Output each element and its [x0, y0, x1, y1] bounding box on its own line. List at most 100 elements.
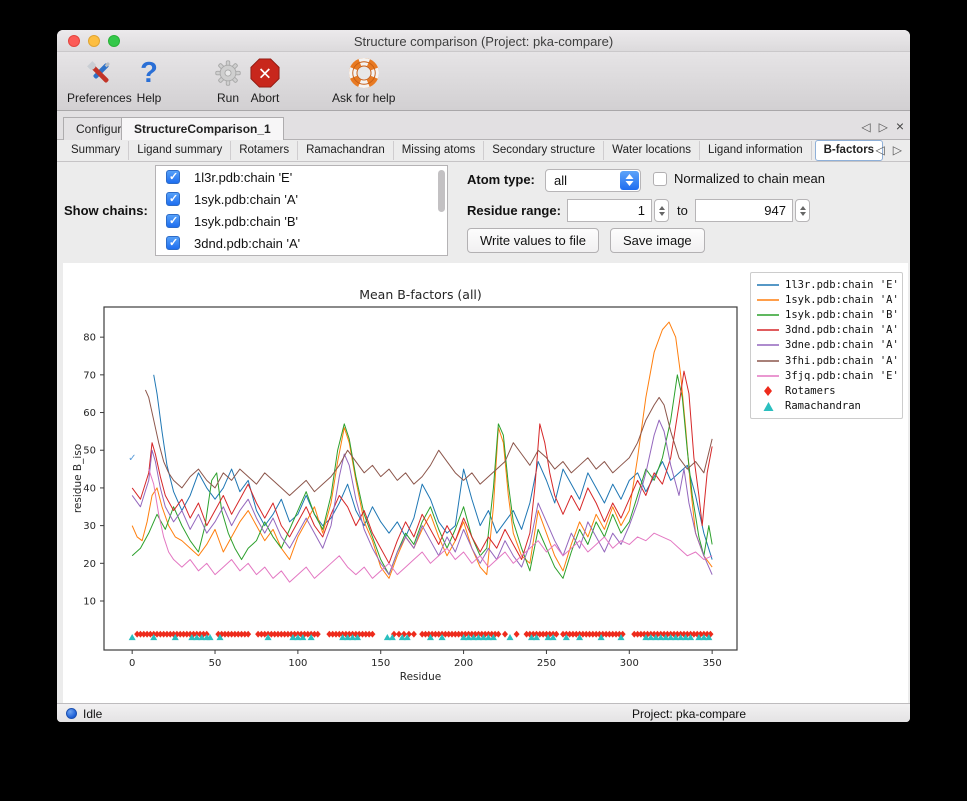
toolbar: Preferences ? Help Run: [57, 52, 910, 111]
legend-line-swatch: [757, 298, 779, 302]
stray-check-marker: ✓: [128, 453, 136, 464]
chart-legend: 1l3r.pdb:chain 'E'1syk.pdb:chain 'A'1syk…: [750, 272, 903, 419]
gear-icon: [212, 57, 244, 89]
y-tick-label: 40: [83, 483, 96, 494]
residue-from-input[interactable]: [567, 199, 652, 222]
normalized-checkbox[interactable]: [653, 172, 667, 186]
legend-line-swatch: [757, 374, 779, 378]
legend-line-swatch: [757, 283, 779, 287]
chart-title: Mean B-factors (all): [359, 287, 482, 302]
atom-type-label: Atom type:: [467, 172, 535, 187]
rotamer-marker: [495, 631, 501, 638]
ask-for-help-button[interactable]: Ask for help: [332, 57, 395, 105]
toolbar-label: Ask for help: [332, 91, 395, 105]
chain-checkbox[interactable]: [166, 236, 180, 250]
abort-button[interactable]: ✕ Abort: [249, 57, 281, 105]
toolbar-label: Help: [137, 91, 162, 105]
legend-label: 3dnd.pdb:chain 'A': [785, 324, 899, 336]
diamond-marker-swatch: [757, 385, 779, 397]
bfactor-controls: Show chains: 1l3r.pdb:chain 'E' 1syk.pdb…: [57, 162, 910, 263]
report-tab-scroll-left-icon[interactable]: ◁: [876, 143, 885, 157]
legend-line-swatch: [757, 313, 779, 317]
y-tick-label: 80: [83, 333, 96, 344]
legend-entry: 3dnd.pdb:chain 'A': [757, 323, 896, 338]
x-tick-label: 0: [129, 658, 135, 669]
residue-to-input[interactable]: [695, 199, 793, 222]
tab-secondary-structure[interactable]: Secondary structure: [484, 141, 604, 160]
residue-range-label: Residue range:: [467, 203, 561, 218]
chart-line-1: [132, 322, 712, 578]
write-values-button[interactable]: Write values to file: [467, 228, 599, 253]
x-axis-label: Residue: [400, 671, 441, 683]
report-tab-scroll-right-icon[interactable]: ▷: [893, 143, 902, 157]
tab-water-locations[interactable]: Water locations: [604, 141, 700, 160]
atom-type-select[interactable]: all: [545, 169, 641, 192]
y-tick-label: 70: [83, 370, 96, 381]
chain-checkbox[interactable]: [166, 192, 180, 206]
x-tick-label: 200: [454, 658, 473, 669]
rotamer-marker: [411, 631, 417, 638]
x-tick-label: 350: [703, 658, 722, 669]
chain-label: 1syk.pdb:chain 'B': [194, 214, 298, 229]
status-text: Idle: [83, 707, 102, 721]
tab-ligand-summary[interactable]: Ligand summary: [129, 141, 231, 160]
chain-list[interactable]: 1l3r.pdb:chain 'E' 1syk.pdb:chain 'A' 1s…: [155, 165, 448, 256]
list-item: 1syk.pdb:chain 'A': [156, 188, 447, 210]
x-tick-label: 150: [371, 658, 390, 669]
normalized-label: Normalized to chain mean: [674, 171, 825, 186]
chain-label: 1syk.pdb:chain 'A': [194, 192, 298, 207]
legend-label: 3dne.pdb:chain 'A': [785, 339, 899, 351]
legend-entry: 3dne.pdb:chain 'A': [757, 338, 896, 353]
chain-label: 3dnd.pdb:chain 'A': [194, 236, 300, 251]
legend-label: Rotamers: [785, 385, 836, 397]
legend-line-swatch: [757, 328, 779, 332]
lifebuoy-icon: [348, 57, 380, 89]
chain-checkbox[interactable]: [166, 214, 180, 228]
tab-close-icon[interactable]: ×: [896, 120, 904, 134]
rotamer-marker: [315, 631, 321, 638]
tab-missing-atoms[interactable]: Missing atoms: [394, 141, 485, 160]
tab-scroll-right-icon[interactable]: ▷: [879, 120, 888, 134]
tab-structurecomparison-1[interactable]: StructureComparison_1: [121, 117, 284, 140]
help-button[interactable]: ? Help: [133, 57, 165, 105]
title-bar[interactable]: Structure comparison (Project: pka-compa…: [57, 30, 910, 52]
residue-from-stepper[interactable]: [654, 199, 669, 222]
toolbar-label: Run: [217, 91, 239, 105]
legend-entry: 1l3r.pdb:chain 'E': [757, 277, 896, 292]
y-tick-label: 10: [83, 597, 96, 608]
save-image-button[interactable]: Save image: [610, 228, 705, 253]
window-title: Structure comparison (Project: pka-compa…: [57, 34, 910, 49]
status-dot-icon: [66, 708, 77, 719]
run-button[interactable]: Run: [212, 57, 244, 105]
report-tab-bar: Summary Ligand summary Rotamers Ramachan…: [57, 140, 910, 162]
tab-rotamers[interactable]: Rotamers: [231, 141, 298, 160]
normalized-row: Normalized to chain mean: [653, 171, 825, 186]
chain-checkbox[interactable]: [166, 170, 180, 184]
legend-line-swatch: [757, 359, 779, 363]
tab-ramachandran[interactable]: Ramachandran: [298, 141, 394, 160]
tools-icon: [83, 57, 115, 89]
x-tick-label: 300: [620, 658, 639, 669]
tab-summary[interactable]: Summary: [63, 141, 129, 160]
tab-b-factors[interactable]: B-factors: [815, 140, 883, 161]
y-tick-label: 50: [83, 446, 96, 457]
chart-line-6: [149, 469, 712, 582]
scrollbar-thumb[interactable]: [438, 170, 445, 212]
triangle-marker-swatch: [757, 401, 779, 412]
ramachandran-marker: [506, 634, 513, 640]
ramachandran-marker: [129, 634, 136, 640]
show-chains-label: Show chains:: [64, 203, 148, 218]
rotamer-marker: [369, 631, 375, 638]
tab-scroll-left-icon[interactable]: ◁: [861, 120, 870, 134]
chart-line-0: [154, 375, 712, 560]
legend-line-swatch: [757, 343, 779, 347]
rotamer-marker: [502, 631, 508, 638]
chart-line-5: [145, 390, 712, 496]
atom-type-value: all: [554, 173, 567, 188]
tab-ligand-information[interactable]: Ligand information: [700, 141, 812, 160]
legend-entry: Rotamers: [757, 383, 896, 398]
to-label: to: [677, 203, 688, 218]
residue-to-stepper[interactable]: [795, 199, 810, 222]
preferences-button[interactable]: Preferences: [67, 57, 132, 105]
legend-label: 3fjq.pdb:chain 'E': [785, 370, 899, 382]
